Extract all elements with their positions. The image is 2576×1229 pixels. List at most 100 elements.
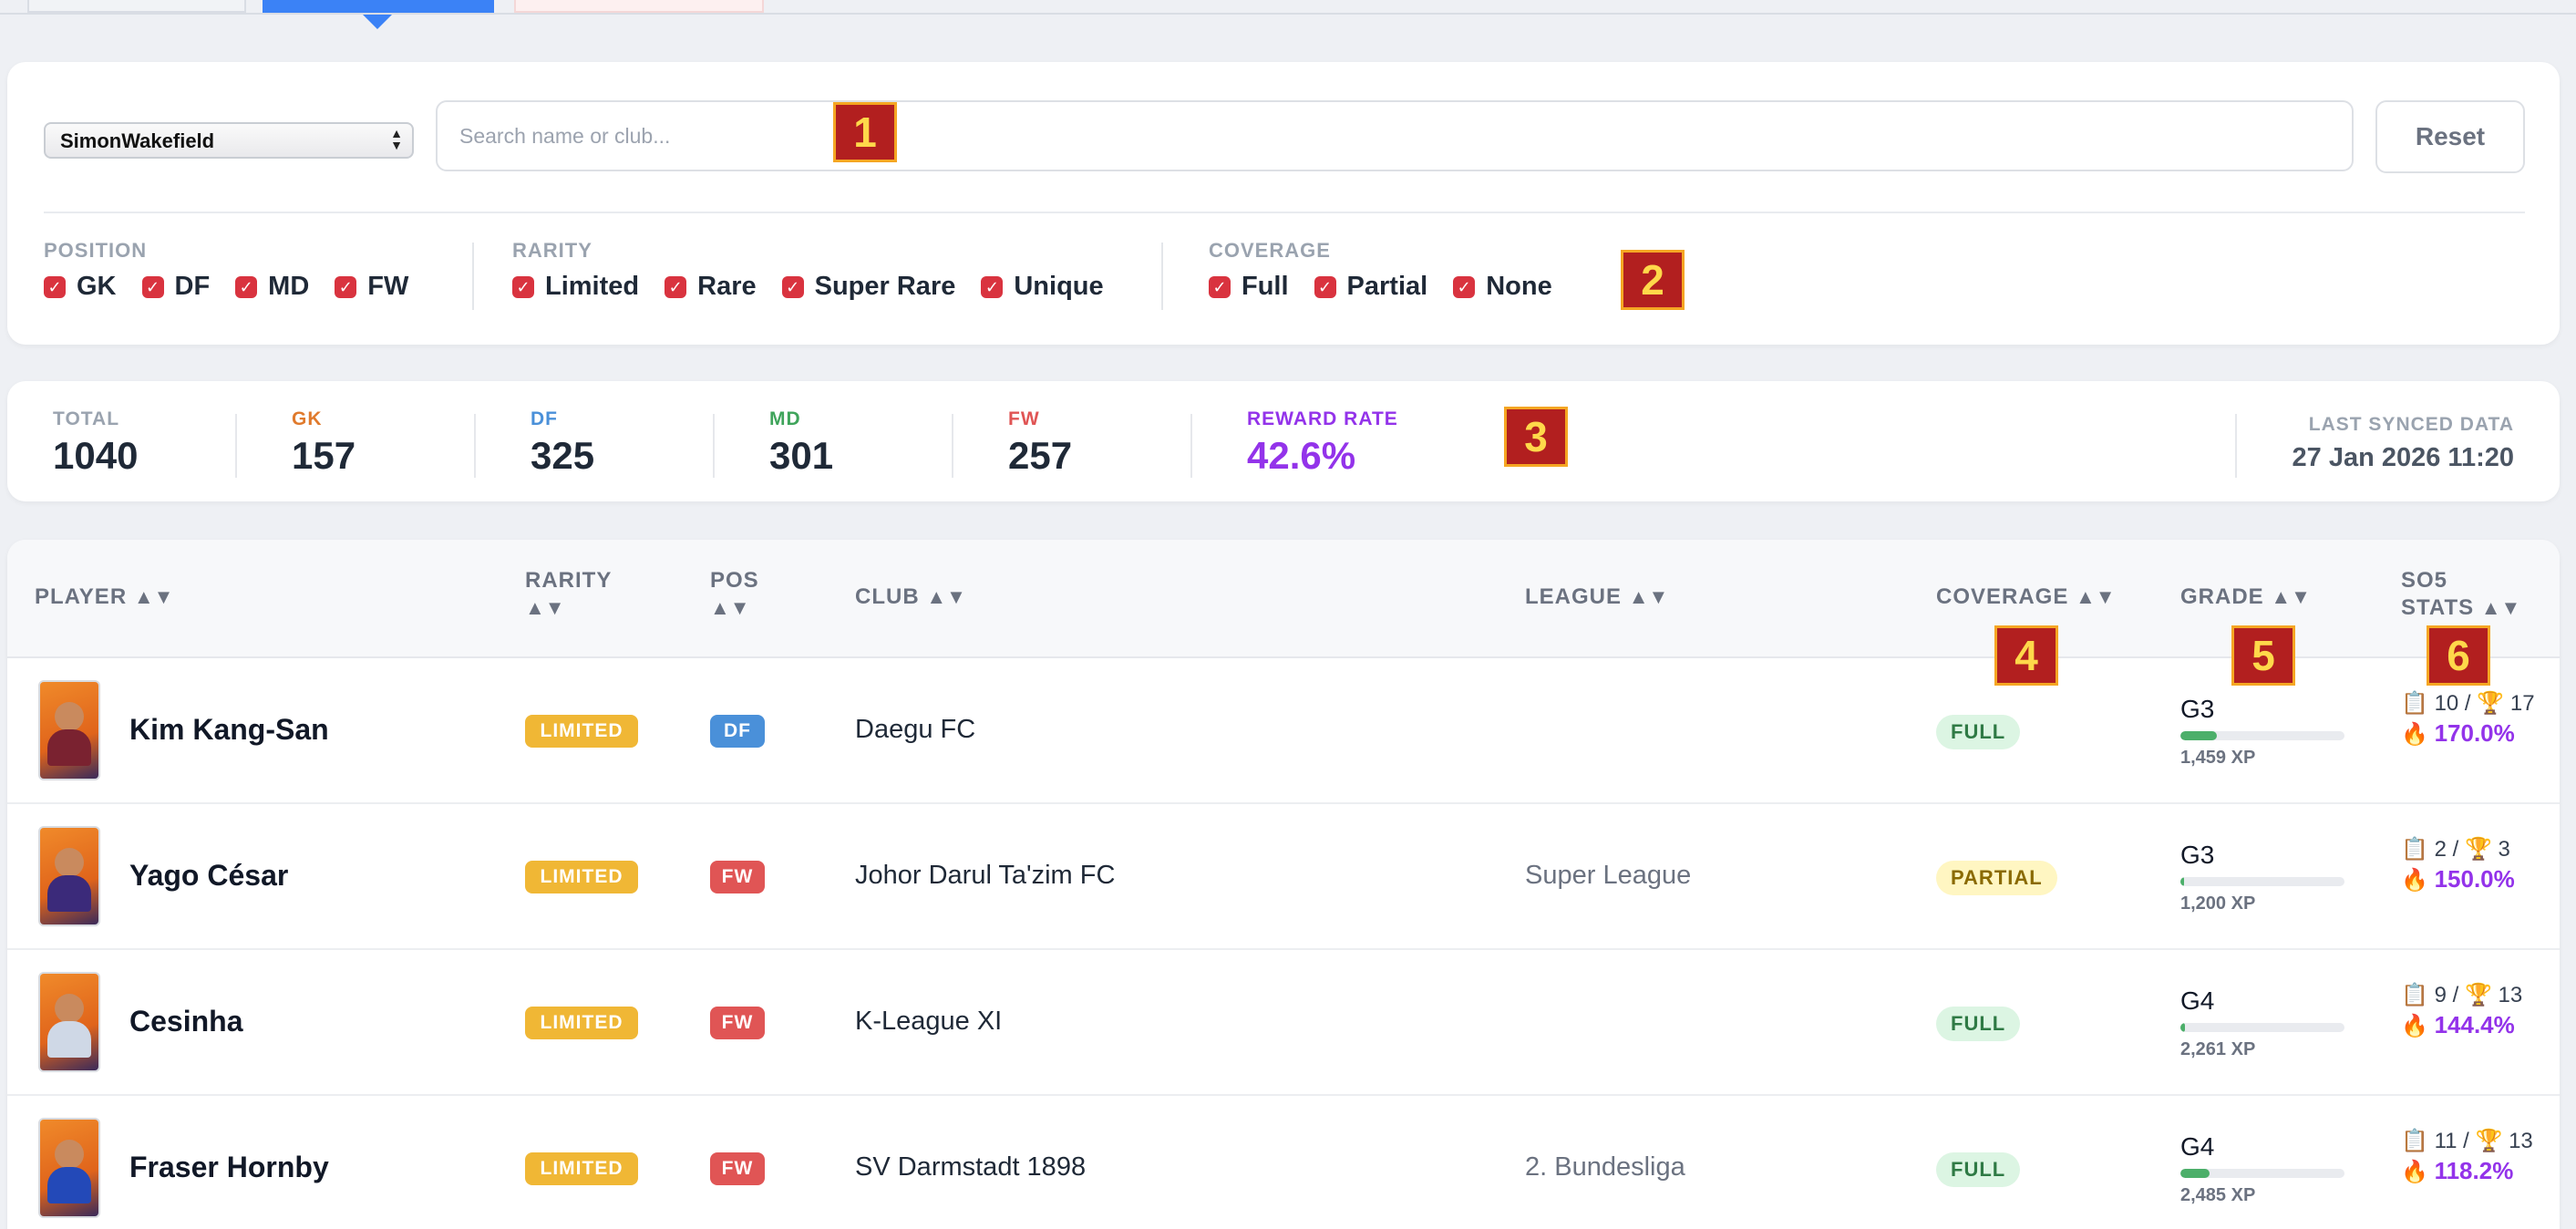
filter-divider bbox=[44, 212, 2525, 213]
search-input[interactable] bbox=[436, 100, 2354, 171]
trophy-icon: 🏆 bbox=[2464, 983, 2492, 1007]
position-filter-option-label: GK bbox=[77, 272, 117, 301]
checkbox-checked-icon[interactable]: ✓ bbox=[665, 275, 687, 298]
sort-icon: ▲▼ bbox=[926, 585, 966, 608]
checkbox-checked-icon[interactable]: ✓ bbox=[1314, 275, 1336, 298]
players-table: PLAYER ▲▼ RARITY ▲▼ POS ▲▼ CLUB ▲▼ LEAGUE … bbox=[7, 540, 2560, 1229]
xp-progress-bar bbox=[2180, 877, 2344, 886]
clipboard-icon: 📋 bbox=[2401, 983, 2428, 1007]
tab-2-active[interactable] bbox=[263, 0, 494, 13]
stat-df-label: DF bbox=[531, 408, 558, 429]
position-filter-option[interactable]: ✓ DF bbox=[141, 272, 210, 302]
checkbox-checked-icon[interactable]: ✓ bbox=[1209, 275, 1231, 298]
checkbox-checked-icon[interactable]: ✓ bbox=[981, 275, 1004, 298]
player-name[interactable]: Cesinha bbox=[129, 1005, 242, 1038]
stat-gk-label: GK bbox=[292, 408, 323, 429]
checkbox-checked-icon[interactable]: ✓ bbox=[141, 275, 164, 298]
sort-icon: ▲▼ bbox=[133, 585, 174, 608]
stat-gk: GK 157 bbox=[292, 408, 355, 478]
position-filter-group: POSITION ✓ GK ✓ DF ✓ MD ✓ FW bbox=[44, 239, 434, 302]
club-name: Johor Darul Ta'zim FC bbox=[855, 861, 1116, 890]
column-header-grade[interactable]: GRADE ▲▼ bbox=[2180, 584, 2311, 611]
position-filter-option[interactable]: ✓ FW bbox=[335, 272, 408, 302]
sort-icon: ▲▼ bbox=[2076, 585, 2116, 608]
table-row[interactable]: Fraser Hornby LIMITED FW SV Darmstadt 1898 2… bbox=[7, 1096, 2560, 1229]
fire-icon: 🔥 bbox=[2401, 1160, 2428, 1184]
table-row[interactable]: Kim Kang-San LIMITED DF Daegu FC FULL G3 1,459… bbox=[7, 658, 2560, 804]
column-header-so5-stats[interactable]: SO5 STATS ▲▼ bbox=[2401, 567, 2520, 622]
player-name[interactable]: Yago César bbox=[129, 859, 288, 893]
column-header-rarity[interactable]: RARITY ▲▼ bbox=[525, 567, 612, 622]
checkbox-checked-icon[interactable]: ✓ bbox=[1453, 275, 1476, 298]
coverage-filter-group: COVERAGE ✓ Full ✓ Partial ✓ None bbox=[1209, 239, 1578, 302]
column-header-pos[interactable]: POS ▲▼ bbox=[710, 567, 759, 622]
rarity-filter-option[interactable]: ✓ Super Rare bbox=[781, 272, 955, 302]
trophy-icon: 🏆 bbox=[2475, 1129, 2503, 1153]
grade-value: G4 bbox=[2180, 986, 2215, 1015]
checkbox-checked-icon[interactable]: ✓ bbox=[44, 275, 66, 298]
so5-wins: 17 bbox=[2509, 691, 2535, 716]
checkbox-checked-icon[interactable]: ✓ bbox=[335, 275, 357, 298]
club-name: Daegu FC bbox=[855, 715, 976, 744]
column-header-club[interactable]: CLUB ▲▼ bbox=[855, 584, 966, 611]
tab-1[interactable] bbox=[27, 0, 246, 13]
clipboard-icon: 📋 bbox=[2401, 691, 2428, 716]
stat-reward-value: 42.6% bbox=[1247, 434, 1356, 477]
clipboard-icon: 📋 bbox=[2401, 1129, 2428, 1153]
xp-progress-fill bbox=[2180, 731, 2217, 740]
club-name: SV Darmstadt 1898 bbox=[855, 1152, 1087, 1182]
so5-stats-cell: 📋 9 / 🏆 13 🔥 144.4% bbox=[2401, 983, 2523, 1038]
last-synced-value: 27 Jan 2026 11:20 bbox=[2292, 443, 2514, 472]
checkbox-checked-icon[interactable]: ✓ bbox=[512, 275, 534, 298]
player-card-image[interactable] bbox=[38, 826, 100, 926]
so5-lineups: 11 bbox=[2434, 1129, 2458, 1153]
table-header: PLAYER ▲▼ RARITY ▲▼ POS ▲▼ CLUB ▲▼ LEAGUE … bbox=[7, 540, 2560, 658]
position-badge: DF bbox=[710, 715, 765, 748]
stat-reward-label: REWARD RATE bbox=[1247, 408, 1398, 429]
reset-button[interactable]: Reset bbox=[2375, 100, 2525, 173]
coverage-filter-label: COVERAGE bbox=[1209, 239, 1331, 262]
owner-select[interactable]: SimonWakefield ▲ ▼ bbox=[44, 122, 414, 159]
player-card-image[interactable] bbox=[38, 680, 100, 780]
rarity-filter-option[interactable]: ✓ Limited bbox=[512, 272, 639, 302]
player-card-image[interactable] bbox=[38, 972, 100, 1072]
owner-select-value: SimonWakefield bbox=[60, 129, 215, 152]
sort-icon: ▲▼ bbox=[2271, 585, 2311, 608]
trophy-icon: 🏆 bbox=[2464, 837, 2492, 862]
top-tabs-strip bbox=[0, 0, 2576, 15]
player-card-image[interactable] bbox=[38, 1118, 100, 1218]
coverage-filter-option[interactable]: ✓ None bbox=[1453, 272, 1552, 302]
column-header-league[interactable]: LEAGUE ▲▼ bbox=[1525, 584, 1668, 611]
checkbox-checked-icon[interactable]: ✓ bbox=[235, 275, 258, 298]
xp-value: 1,459 XP bbox=[2180, 748, 2256, 768]
coverage-badge: FULL bbox=[1936, 715, 2021, 749]
tab-3[interactable] bbox=[514, 0, 764, 13]
rarity-filter-option-label: Rare bbox=[697, 272, 757, 301]
stat-md-label: MD bbox=[769, 408, 801, 429]
coverage-filter-option[interactable]: ✓ Partial bbox=[1314, 272, 1427, 302]
position-filter-option[interactable]: ✓ MD bbox=[235, 272, 309, 302]
column-header-coverage[interactable]: COVERAGE ▲▼ bbox=[1936, 584, 2116, 611]
position-filter-option[interactable]: ✓ GK bbox=[44, 272, 117, 302]
rarity-badge: LIMITED bbox=[525, 1007, 638, 1039]
stat-separator bbox=[235, 414, 237, 478]
rarity-filter-option-label: Unique bbox=[1014, 272, 1104, 301]
filter-panel: SimonWakefield ▲▼ Reset POSITION ✓GK✓DF✓… bbox=[7, 62, 2560, 345]
annotation-badge: 1 bbox=[833, 102, 897, 162]
xp-value: 1,200 XP bbox=[2180, 893, 2256, 914]
fire-icon: 🔥 bbox=[2401, 722, 2428, 747]
rarity-filter-option[interactable]: ✓ Unique bbox=[981, 272, 1104, 302]
player-name[interactable]: Kim Kang-San bbox=[129, 713, 329, 747]
column-header-player[interactable]: PLAYER ▲▼ bbox=[35, 584, 173, 611]
so5-reward-rate: 170.0% bbox=[2434, 719, 2515, 747]
coverage-filter-option[interactable]: ✓ Full bbox=[1209, 272, 1289, 302]
table-row[interactable]: Yago César LIMITED FW Johor Darul Ta'zim FC… bbox=[7, 804, 2560, 950]
table-row[interactable]: Cesinha LIMITED FW K-League XI FULL G4 2,261 X… bbox=[7, 950, 2560, 1096]
position-badge: FW bbox=[710, 1152, 765, 1185]
player-name[interactable]: Fraser Hornby bbox=[129, 1151, 329, 1184]
position-filter-option-label: FW bbox=[367, 272, 409, 301]
rarity-filter-option[interactable]: ✓ Rare bbox=[665, 272, 757, 302]
xp-value: 2,261 XP bbox=[2180, 1039, 2256, 1059]
checkbox-checked-icon[interactable]: ✓ bbox=[781, 275, 804, 298]
so5-wins: 13 bbox=[2509, 1129, 2533, 1153]
